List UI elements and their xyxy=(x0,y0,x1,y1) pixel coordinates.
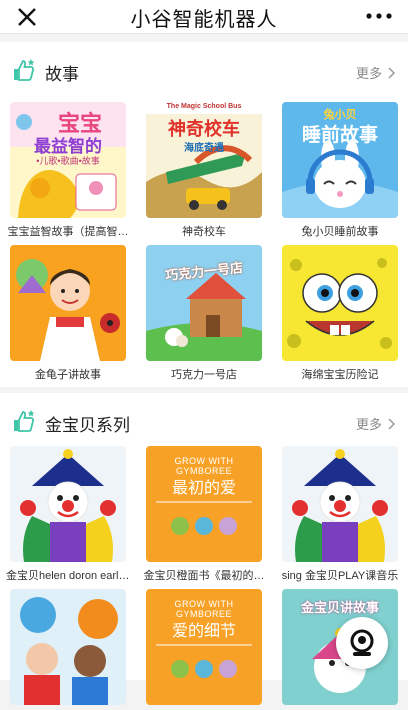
card-caption: 金宝贝橙面书《最初的… xyxy=(143,570,265,582)
cover-image: GROW WITH GYMBOREE 爱的细节 xyxy=(146,589,262,705)
card-caption: sing 金宝贝PLAY课音乐 xyxy=(281,570,399,582)
story-card[interactable]: 巧克力一号店 巧克力一号店 xyxy=(146,245,262,382)
more-link[interactable]: 更多 xyxy=(356,414,396,433)
card-caption: 兔小贝睡前故事 xyxy=(301,226,379,238)
floating-assistant-button[interactable] xyxy=(336,617,388,669)
cover-image xyxy=(10,446,126,562)
cover-title: 神奇校车 xyxy=(168,119,240,139)
cover-top-text: GROW WITH GYMBOREE xyxy=(174,599,234,619)
cover-image xyxy=(282,446,398,562)
cover-subtitle: 海底奇遇 xyxy=(184,143,224,154)
section-title: 故事 xyxy=(45,65,79,84)
thumbs-up-icon xyxy=(14,410,35,432)
series-card[interactable]: sing 金宝贝PLAY课音乐 xyxy=(282,446,398,583)
card-caption: 宝宝益智故事（提高智… xyxy=(7,226,129,238)
cover-title: 爱的细节 xyxy=(171,623,236,640)
story-card[interactable]: 金龟子讲故事 xyxy=(10,245,126,382)
cover-image xyxy=(282,245,398,361)
more-options-icon[interactable] xyxy=(364,6,394,26)
cover-image xyxy=(10,245,126,361)
card-caption: 巧克力一号店 xyxy=(171,369,237,381)
card-caption: 神奇校车 xyxy=(182,226,226,238)
cover-image: 兔小贝 睡前故事 xyxy=(282,102,398,218)
more-label: 更多 xyxy=(355,417,382,432)
series-card[interactable] xyxy=(10,589,126,710)
section-stories: 故事 更多 宝宝 最益智的 •儿歌•歌曲•故事 宝宝益智故事（提高智… The … xyxy=(0,42,408,387)
assistant-icon xyxy=(350,629,374,656)
card-caption: 金龟子讲故事 xyxy=(35,369,101,381)
cover-title: 睡前故事 xyxy=(301,125,378,146)
story-card[interactable]: The Magic School Bus 神奇校车 海底奇遇 神奇校车 xyxy=(146,102,262,239)
series-card[interactable]: GROW WITH GYMBOREE 爱的细节 xyxy=(146,589,262,710)
top-bar: 小谷智能机器人 xyxy=(0,0,408,34)
card-caption: 金宝贝helen doron early e… xyxy=(6,570,130,582)
cover-image: The Magic School Bus 神奇校车 海底奇遇 xyxy=(146,102,262,218)
cover-image xyxy=(10,589,126,705)
cover-tag: The Magic School Bus xyxy=(166,103,242,110)
story-card[interactable]: 兔小贝 睡前故事 兔小贝睡前故事 xyxy=(282,102,398,239)
cover-image: 宝宝 最益智的 •儿歌•歌曲•故事 xyxy=(10,102,126,218)
page-title: 小谷智能机器人 xyxy=(130,9,278,31)
section-title: 金宝贝系列 xyxy=(45,416,130,435)
chevron-right-icon xyxy=(388,66,396,79)
cover-top-text: GROW WITH GYMBOREE xyxy=(174,456,234,476)
story-card[interactable]: 海绵宝宝历险记 xyxy=(282,245,398,382)
section-header: 金宝贝系列 更多 xyxy=(0,393,408,449)
cover-image: GROW WITH GYMBOREE 最初的爱 xyxy=(146,446,262,562)
more-label: 更多 xyxy=(355,66,382,81)
thumbs-up-icon xyxy=(14,59,35,81)
more-link[interactable]: 更多 xyxy=(356,63,396,82)
cover-image: 巧克力一号店 xyxy=(146,245,262,361)
cover-title: 金宝贝讲故事 xyxy=(300,600,379,615)
series-card[interactable]: 金宝贝helen doron early e… xyxy=(6,446,130,583)
story-card[interactable]: 宝宝 最益智的 •儿歌•歌曲•故事 宝宝益智故事（提高智… xyxy=(8,102,129,239)
section-header: 故事 更多 xyxy=(0,42,408,98)
series-card[interactable]: GROW WITH GYMBOREE 最初的爱 金宝贝橙面书《最初的… xyxy=(144,446,265,583)
card-caption: 海绵宝宝历险记 xyxy=(301,369,379,381)
chevron-right-icon xyxy=(388,417,396,430)
cover-tag: •儿歌•歌曲•故事 xyxy=(36,156,100,166)
cover-title: 最初的爱 xyxy=(171,480,236,497)
